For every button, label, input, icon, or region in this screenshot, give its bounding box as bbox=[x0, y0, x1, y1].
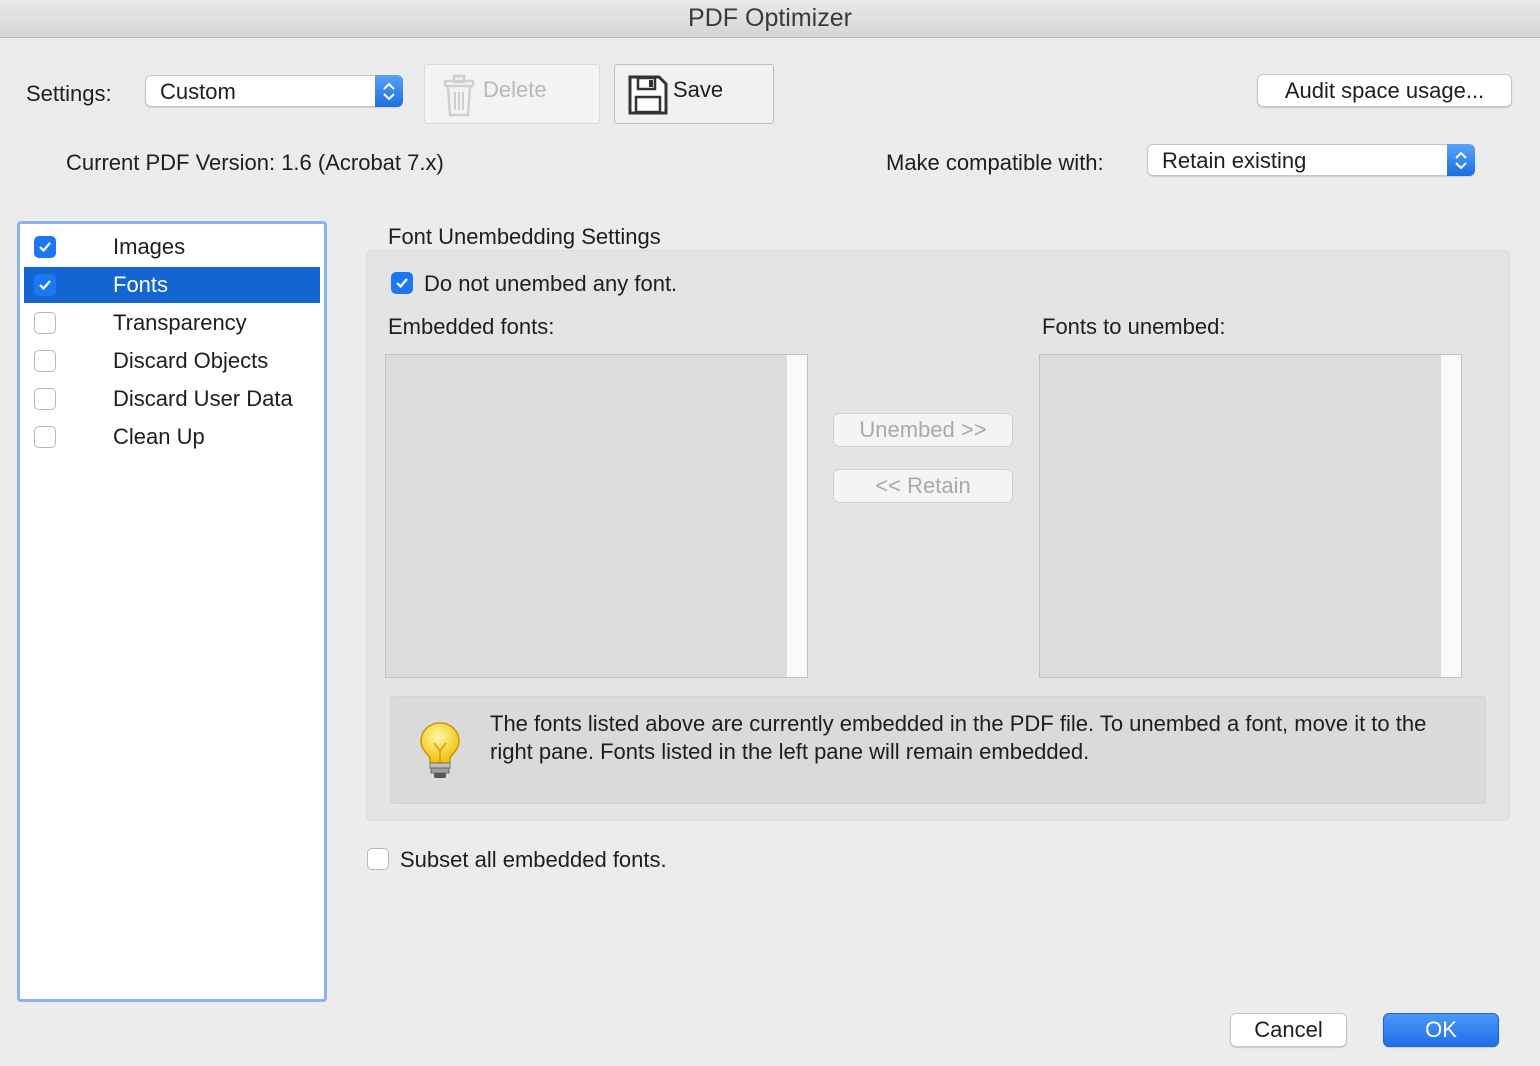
lightbulb-icon bbox=[419, 721, 461, 786]
fonts-to-unembed-scrollbar[interactable] bbox=[1440, 355, 1461, 677]
section-title: Font Unembedding Settings bbox=[388, 224, 661, 249]
checkmark-icon bbox=[396, 278, 408, 289]
cancel-button[interactable]: Cancel bbox=[1230, 1013, 1347, 1047]
window-title: PDF Optimizer bbox=[688, 4, 852, 32]
audit-space-button[interactable]: Audit space usage... bbox=[1257, 74, 1512, 107]
no-unembed-label: Do not unembed any font. bbox=[424, 271, 678, 296]
unembed-label: Unembed >> bbox=[859, 417, 987, 442]
discard-user-data-checkbox[interactable] bbox=[34, 388, 56, 410]
fonts-checkbox[interactable] bbox=[34, 274, 56, 296]
ok-button[interactable]: OK bbox=[1383, 1013, 1499, 1047]
fonts-to-unembed-label: Fonts to unembed: bbox=[1042, 314, 1226, 339]
no-unembed-checkbox[interactable] bbox=[391, 272, 413, 294]
transparency-checkbox[interactable] bbox=[34, 312, 56, 334]
info-box: The fonts listed above are currently emb… bbox=[390, 696, 1486, 804]
compat-label: Make compatible with: bbox=[886, 150, 1104, 175]
sidebar-item-label: Discard User Data bbox=[113, 386, 293, 411]
audit-space-label: Audit space usage... bbox=[1284, 78, 1485, 103]
window-titlebar: PDF Optimizer bbox=[0, 0, 1540, 38]
compat-select-value: Retain existing bbox=[1162, 148, 1307, 173]
settings-select-value: Custom bbox=[160, 79, 236, 104]
embedded-fonts-scrollbar[interactable] bbox=[786, 355, 807, 677]
save-label: Save bbox=[673, 77, 724, 102]
save-button[interactable]: Save bbox=[614, 64, 774, 124]
settings-label: Settings: bbox=[26, 81, 112, 106]
ok-label: OK bbox=[1425, 1017, 1457, 1042]
checkmark-icon bbox=[39, 280, 51, 291]
sidebar-item-clean-up[interactable]: Clean Up bbox=[24, 419, 320, 455]
compat-select[interactable]: Retain existing bbox=[1147, 144, 1475, 176]
sidebar-item-label: Clean Up bbox=[113, 424, 205, 449]
sidebar-item-discard-objects[interactable]: Discard Objects bbox=[24, 343, 320, 379]
sidebar-item-label: Discard Objects bbox=[113, 348, 269, 373]
fonts-to-unembed-list[interactable] bbox=[1039, 354, 1462, 678]
popup-stepper-icon bbox=[1447, 144, 1475, 176]
unembed-button[interactable]: Unembed >> bbox=[833, 413, 1013, 447]
info-text: The fonts listed above are currently emb… bbox=[490, 711, 1427, 764]
embedded-fonts-label: Embedded fonts: bbox=[388, 314, 555, 339]
trash-icon bbox=[441, 73, 477, 123]
sidebar-item-fonts[interactable]: Fonts bbox=[24, 267, 320, 303]
delete-button[interactable]: Delete bbox=[424, 64, 600, 124]
clean-up-checkbox[interactable] bbox=[34, 426, 56, 448]
cancel-label: Cancel bbox=[1254, 1017, 1323, 1042]
retain-label: << Retain bbox=[875, 473, 971, 498]
discard-objects-checkbox[interactable] bbox=[34, 350, 56, 372]
floppy-disk-icon bbox=[627, 74, 669, 122]
images-checkbox[interactable] bbox=[34, 236, 56, 258]
sidebar-item-label: Images bbox=[113, 234, 186, 259]
sidebar-item-label: Fonts bbox=[113, 272, 169, 297]
settings-select[interactable]: Custom bbox=[145, 75, 403, 107]
retain-button[interactable]: << Retain bbox=[833, 469, 1013, 503]
current-pdf-version: Current PDF Version: 1.6 (Acrobat 7.x) bbox=[66, 150, 444, 175]
category-list[interactable]: Images Fonts Transparency Discard Object… bbox=[17, 221, 327, 1002]
subset-fonts-checkbox[interactable] bbox=[367, 848, 389, 870]
subset-fonts-label: Subset all embedded fonts. bbox=[400, 847, 667, 872]
sidebar-item-images[interactable]: Images bbox=[24, 229, 320, 265]
popup-stepper-icon bbox=[375, 75, 403, 107]
embedded-fonts-list[interactable] bbox=[385, 354, 808, 678]
sidebar-item-transparency[interactable]: Transparency bbox=[24, 305, 320, 341]
delete-label: Delete bbox=[483, 77, 547, 102]
checkmark-icon bbox=[39, 242, 51, 253]
sidebar-item-label: Transparency bbox=[113, 310, 247, 335]
sidebar-item-discard-user-data[interactable]: Discard User Data bbox=[24, 381, 320, 417]
